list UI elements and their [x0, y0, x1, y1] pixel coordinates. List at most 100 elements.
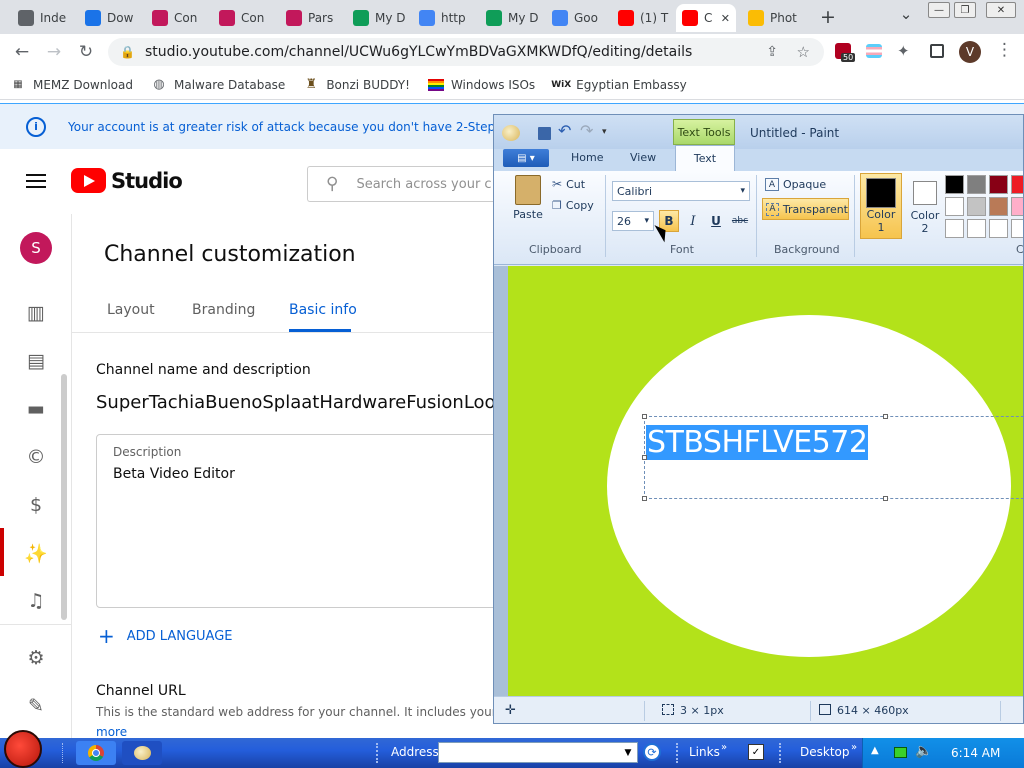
toolbar-grip[interactable] [676, 743, 680, 763]
share-icon[interactable]: ⇪ [766, 44, 778, 60]
browser-tab[interactable]: C ✕ [676, 4, 736, 32]
monetization-icon[interactable]: $ [20, 489, 52, 521]
undo-icon[interactable]: ↶ [558, 121, 571, 140]
save-icon[interactable] [538, 127, 551, 140]
paste-button[interactable]: Paste [508, 175, 548, 229]
text-box[interactable]: STBSHFLVE572 [642, 414, 1023, 501]
tab-basic-info[interactable]: Basic info [289, 302, 357, 318]
resize-handle[interactable] [883, 496, 888, 501]
go-button-icon[interactable]: ⟳ [643, 743, 661, 761]
channel-avatar[interactable]: S [20, 232, 52, 264]
palette-swatch[interactable] [945, 197, 964, 216]
sidebar-scrollbar[interactable] [61, 374, 67, 620]
font-size-select[interactable]: 26 ▾ [612, 211, 654, 231]
redo-icon[interactable]: ↷ [580, 121, 593, 140]
palette-swatch[interactable] [989, 197, 1008, 216]
resize-handle[interactable] [642, 455, 647, 460]
comments-icon[interactable]: ▤ [20, 345, 52, 377]
address-bar[interactable]: 🔒 studio.youtube.com/channel/UCWu6gYLCwY… [108, 38, 824, 66]
toolbar-grip[interactable] [779, 743, 783, 763]
network-icon[interactable] [894, 747, 907, 758]
palette-swatch[interactable] [1011, 219, 1023, 238]
resize-handle[interactable] [642, 414, 647, 419]
forward-button[interactable]: → [42, 40, 66, 64]
underline-button[interactable]: U [706, 210, 726, 232]
feedback-icon[interactable]: ✎ [20, 690, 52, 722]
color2-button[interactable]: Color 2 [905, 173, 945, 239]
reload-button[interactable]: ↻ [74, 40, 98, 64]
browser-tab[interactable]: Con [146, 4, 206, 32]
close-tab-icon[interactable]: ✕ [721, 12, 730, 25]
browser-tab[interactable]: Con [213, 4, 273, 32]
copyright-icon[interactable]: © [20, 441, 52, 473]
browser-tab[interactable]: (1) T [612, 4, 672, 32]
browser-tab[interactable]: Goo [546, 4, 606, 32]
browser-tab[interactable]: My D [347, 4, 407, 32]
back-button[interactable]: ← [10, 40, 34, 64]
selected-text[interactable]: STBSHFLVE572 [646, 425, 869, 460]
settings-gear-icon[interactable]: ⚙ [20, 642, 52, 674]
description-field[interactable]: Description Beta Video Editor [96, 434, 500, 608]
bookmark-bonzi[interactable]: ♜ Bonzi BUDDY! [303, 77, 410, 93]
palette-swatch[interactable] [1011, 197, 1023, 216]
palette-swatch[interactable] [967, 197, 986, 216]
bookmark-memz[interactable]: ▦ MEMZ Download [10, 77, 133, 93]
taskbar-paint-button[interactable] [122, 741, 162, 765]
palette-swatch[interactable] [945, 219, 964, 238]
quick-access-dropdown-icon[interactable]: ▾ [602, 127, 607, 137]
tab-layout[interactable]: Layout [107, 302, 155, 318]
italic-button[interactable]: I [683, 210, 703, 232]
palette-swatch[interactable] [989, 219, 1008, 238]
bookmark-egyptian-embassy[interactable]: WiX Egyptian Embassy [551, 77, 687, 93]
studio-search-box[interactable]: ⚲ Search across your c [307, 166, 500, 202]
tray-expand-icon[interactable]: ▲ [871, 745, 879, 756]
trans-flag-extension-icon[interactable] [866, 44, 882, 58]
paint-canvas[interactable]: STBSHFLVE572 [508, 266, 1023, 696]
ribbon-tab-home[interactable]: Home [571, 151, 603, 164]
palette-swatch[interactable] [967, 219, 986, 238]
ribbon-tab-view[interactable]: View [630, 151, 656, 164]
ribbon-tab-text[interactable]: Text [675, 145, 735, 171]
close-window-button[interactable]: ✕ [986, 2, 1016, 18]
bookmark-malware-db[interactable]: ◍ Malware Database [151, 77, 285, 93]
palette-swatch[interactable] [967, 175, 986, 194]
browser-tab[interactable]: Phot [742, 4, 812, 32]
toolbar-grip[interactable] [376, 743, 380, 763]
color1-button[interactable]: Color 1 [860, 173, 902, 239]
start-button-angry-bird-icon[interactable] [4, 730, 42, 768]
extensions-puzzle-icon[interactable]: ✦ [897, 42, 910, 60]
palette-swatch[interactable] [1011, 175, 1023, 194]
font-family-select[interactable]: Calibri ▾ [612, 181, 750, 201]
paint-file-menu-button[interactable]: ▤ ▾ [503, 149, 549, 167]
palette-swatch[interactable] [989, 175, 1008, 194]
checklist-toolbar-icon[interactable]: ✓ [748, 744, 764, 760]
channel-name-value[interactable]: SuperTachiaBuenoSplaatHardwareFusionLoo [96, 392, 496, 413]
strikethrough-button[interactable]: abc [729, 210, 751, 232]
opaque-option[interactable]: A Opaque [765, 178, 826, 191]
profile-avatar[interactable]: V [959, 41, 981, 63]
minimize-window-button[interactable]: — [928, 2, 950, 18]
bookmark-windows-isos[interactable]: Windows ISOs [427, 78, 535, 92]
bookmark-star-icon[interactable]: ☆ [797, 43, 810, 61]
youtube-studio-logo[interactable]: Studio [71, 168, 183, 193]
taskbar-chrome-button[interactable] [76, 741, 116, 765]
more-link[interactable]: more [96, 725, 127, 738]
browser-tab[interactable]: My D [480, 4, 540, 32]
cut-button[interactable]: ✂ Cut [552, 177, 585, 191]
links-toolbar-label[interactable]: Links [689, 745, 720, 759]
tab-search-button[interactable]: ⌄ [896, 4, 916, 24]
add-language-button[interactable]: + ADD LANGUAGE [98, 624, 233, 648]
browser-tab[interactable]: Pars [280, 4, 340, 32]
browser-tab[interactable]: Dow [79, 4, 139, 32]
hamburger-menu-icon[interactable] [26, 174, 46, 188]
copy-button[interactable]: ❐ Copy [552, 199, 594, 212]
transparent-option[interactable]: A Transparent [762, 198, 849, 220]
paint-app-icon[interactable] [502, 125, 520, 141]
resize-handle[interactable] [642, 496, 647, 501]
audio-library-icon[interactable]: ♫ [20, 585, 52, 617]
browser-tab[interactable]: http [413, 4, 473, 32]
address-toolbar-input[interactable]: ▼ [438, 742, 638, 763]
subtitles-icon[interactable]: ▬ [20, 393, 52, 425]
browser-menu-icon[interactable]: ⋮ [996, 40, 1013, 60]
analytics-icon[interactable]: ▥ [20, 297, 52, 329]
